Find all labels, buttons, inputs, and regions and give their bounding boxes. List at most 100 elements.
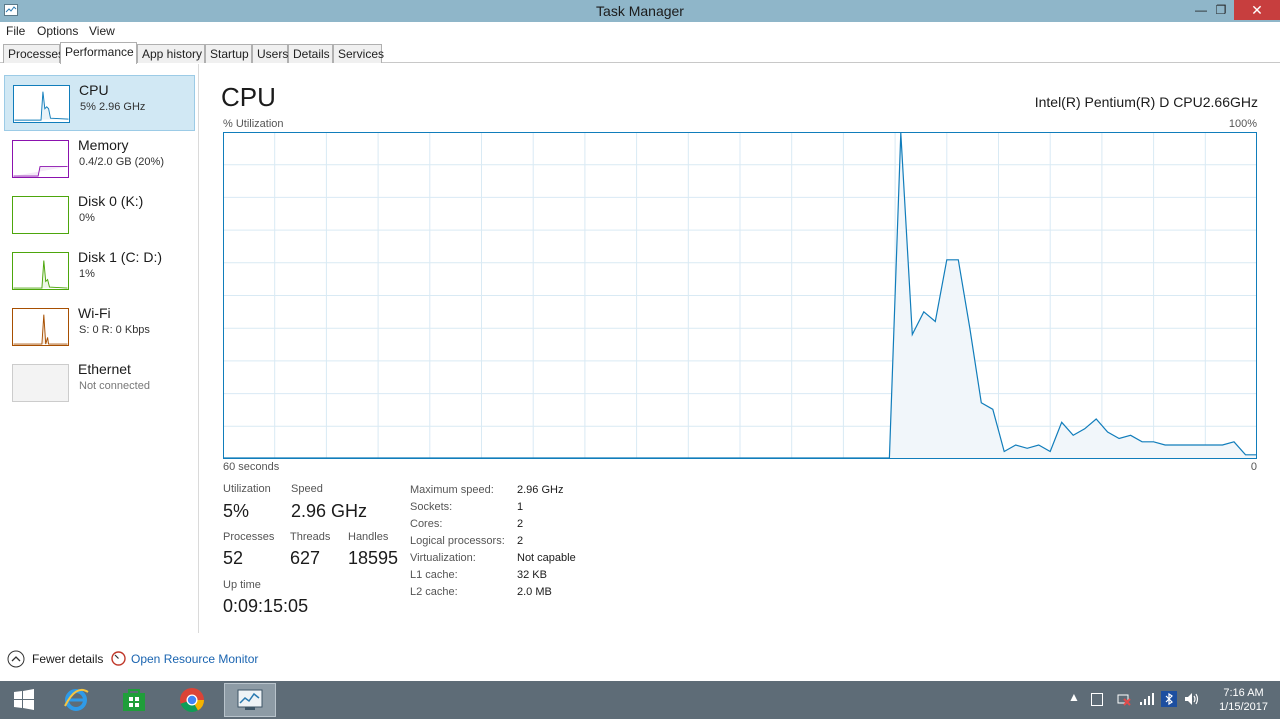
threads-label: Threads <box>290 531 331 543</box>
tab-processes[interactable]: Processes <box>3 44 64 63</box>
disk-1-thumbnail-graph <box>12 252 69 290</box>
sidebar-item-label: Disk 0 (K:) <box>78 193 144 209</box>
close-button[interactable]: ✕ <box>1234 0 1280 20</box>
menu-view[interactable]: View <box>89 24 115 38</box>
memory-thumbnail-graph <box>12 140 69 178</box>
virtualization-label: Virtualization: <box>410 552 476 564</box>
chrome-icon <box>180 688 204 712</box>
sidebar-item-wifi[interactable]: Wi-Fi S: 0 R: 0 Kbps <box>4 299 195 355</box>
signal-strength-icon[interactable] <box>1139 692 1155 706</box>
sidebar-item-value: 0.4/2.0 GB (20%) <box>79 156 164 168</box>
sidebar-item-disk-0[interactable]: Disk 0 (K:) 0% <box>4 187 195 243</box>
max-speed-label: Maximum speed: <box>410 484 494 496</box>
logical-processors-value: 2 <box>517 535 524 547</box>
chrome-button[interactable] <box>168 683 216 717</box>
tab-startup[interactable]: Startup <box>205 44 252 63</box>
task-manager-taskbar-button[interactable] <box>224 683 276 717</box>
tab-app-history[interactable]: App history <box>137 44 205 63</box>
sidebar-item-value: 1% <box>79 268 95 280</box>
sidebar-item-value: S: 0 R: 0 Kbps <box>79 324 150 336</box>
sidebar-item-label: Ethernet <box>78 361 131 377</box>
processes-value: 52 <box>223 548 244 568</box>
l1-cache-value: 32 KB <box>517 569 547 581</box>
cpu-thumbnail-graph <box>13 85 70 123</box>
sockets-label: Sockets: <box>410 501 453 513</box>
sidebar-item-value: 5% 2.96 GHz <box>80 101 146 113</box>
store-button[interactable] <box>110 683 158 717</box>
threads-value: 627 <box>290 548 321 568</box>
uptime-value: 0:09:15:05 <box>223 596 309 616</box>
taskbar: ▲ 7:16 AM 1/15/2017 <box>0 681 1280 719</box>
handles-value: 18595 <box>348 548 399 568</box>
sidebar-item-memory[interactable]: Memory 0.4/2.0 GB (20%) <box>4 131 195 187</box>
menu-options[interactable]: Options <box>37 24 78 38</box>
clock-date: 1/15/2017 <box>1219 701 1268 713</box>
sidebar-item-cpu[interactable]: CPU 5% 2.96 GHz <box>4 75 195 131</box>
virtualization-value: Not capable <box>517 552 576 564</box>
clock-time: 7:16 AM <box>1223 687 1264 699</box>
utilization-label: Utilization <box>223 483 271 495</box>
wifi-thumbnail-graph <box>12 308 69 346</box>
page-title: CPU <box>221 82 276 112</box>
menu-bar: File Options View <box>0 22 1280 42</box>
network-warning-icon[interactable] <box>1117 692 1131 706</box>
restore-button[interactable]: ❐ <box>1208 0 1234 20</box>
internet-explorer-icon <box>64 688 89 711</box>
y-axis-max: 100% <box>1228 118 1257 130</box>
sidebar-item-value: Not connected <box>79 380 150 392</box>
menu-file[interactable]: File <box>6 24 25 38</box>
sidebar-item-label: Memory <box>78 137 129 153</box>
max-speed-value: 2.96 GHz <box>517 484 564 496</box>
tab-services[interactable]: Services <box>333 44 384 63</box>
handles-label: Handles <box>348 531 389 543</box>
sidebar-item-disk-1[interactable]: Disk 1 (C: D:) 1% <box>4 243 195 299</box>
resource-monitor-icon <box>111 651 126 666</box>
open-resource-monitor-link[interactable]: Open Resource Monitor <box>131 652 258 666</box>
l2-cache-label: L2 cache: <box>410 586 458 598</box>
resource-sidebar: CPU 5% 2.96 GHz Memory 0.4/2.0 GB (20%) … <box>0 64 199 633</box>
cpu-model-name: Intel(R) Pentium(R) D CPU2.66GHz <box>1034 94 1258 110</box>
disk-0-thumbnail-graph <box>12 196 69 234</box>
tab-bar: Processes Performance App history Startu… <box>0 42 1280 64</box>
uptime-label: Up time <box>223 579 261 591</box>
cores-label: Cores: <box>410 518 443 530</box>
ethernet-thumbnail-graph <box>12 364 69 402</box>
store-icon <box>123 689 145 711</box>
graph-grid <box>223 132 1257 459</box>
window-title: Task Manager <box>596 3 684 19</box>
sidebar-item-ethernet[interactable]: Ethernet Not connected <box>4 355 195 411</box>
cpu-utilization-graph <box>223 132 1257 459</box>
cores-value: 2 <box>517 518 524 530</box>
processes-label: Processes <box>223 531 275 543</box>
system-clock[interactable]: 7:16 AM 1/15/2017 <box>1219 686 1268 714</box>
sidebar-item-label: CPU <box>79 82 109 98</box>
bluetooth-icon[interactable] <box>1161 691 1177 707</box>
logical-processors-label: Logical processors: <box>410 535 505 547</box>
start-button[interactable] <box>0 683 48 717</box>
volume-icon[interactable] <box>1184 692 1200 706</box>
sidebar-item-label: Disk 1 (C: D:) <box>78 249 162 265</box>
sockets-value: 1 <box>517 501 524 513</box>
chevron-up-icon[interactable] <box>7 650 25 668</box>
footer-bar: Fewer details Open Resource Monitor <box>0 646 1280 672</box>
tab-details[interactable]: Details <box>288 44 333 63</box>
utilization-value: 5% <box>223 501 250 521</box>
x-axis-right-label: 0 <box>1250 461 1257 473</box>
x-axis-left-label: 60 seconds <box>223 461 280 473</box>
tab-performance[interactable]: Performance <box>60 42 137 64</box>
show-hidden-icons-button[interactable]: ▲ <box>1068 690 1080 704</box>
speed-label: Speed <box>291 483 323 495</box>
title-bar: Task Manager — ❐ ✕ <box>0 0 1280 22</box>
internet-explorer-button[interactable] <box>52 683 100 717</box>
tab-users[interactable]: Users <box>252 44 288 63</box>
task-manager-icon <box>237 689 263 710</box>
fewer-details-link[interactable]: Fewer details <box>32 652 103 666</box>
l2-cache-value: 2.0 MB <box>517 586 552 598</box>
speed-value: 2.96 GHz <box>291 501 368 521</box>
sidebar-item-label: Wi-Fi <box>78 305 111 321</box>
y-axis-label: % Utilization <box>223 118 284 130</box>
l1-cache-label: L1 cache: <box>410 569 458 581</box>
action-center-icon[interactable] <box>1091 693 1103 706</box>
sidebar-item-value: 0% <box>79 212 95 224</box>
windows-logo-icon <box>14 689 34 710</box>
